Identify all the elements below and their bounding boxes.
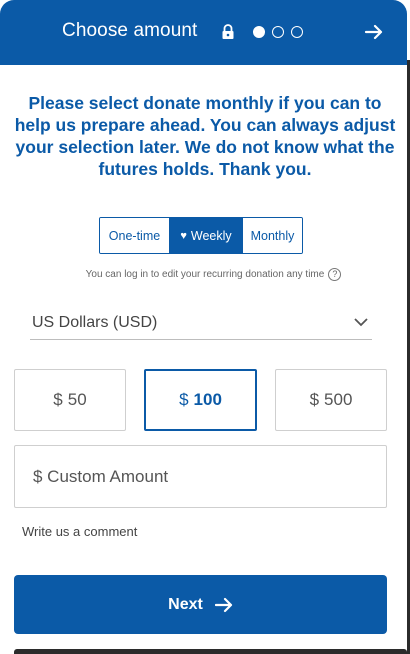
login-note: You can log in to edit your recurring do… xyxy=(0,268,407,281)
currency-symbol: $ xyxy=(53,390,63,409)
login-note-text: You can log in to edit your recurring do… xyxy=(85,269,325,281)
header-bar: Choose amount xyxy=(0,0,407,65)
next-button[interactable]: Next xyxy=(14,575,387,634)
currency-select[interactable]: US Dollars (USD) xyxy=(30,308,372,340)
page-edge-bottom xyxy=(14,649,407,654)
page-title: Choose amount xyxy=(62,20,198,41)
currency-symbol: $ xyxy=(309,390,320,409)
currency-symbol: $ xyxy=(179,390,189,409)
amount-value: 500 xyxy=(324,390,353,409)
amount-option-100[interactable]: $ 100 xyxy=(144,369,257,431)
frequency-monthly-button[interactable]: Monthly xyxy=(242,218,302,253)
step-dot-empty xyxy=(272,26,284,38)
step-indicator xyxy=(253,26,303,38)
frequency-one-time-label: One-time xyxy=(108,228,161,243)
step-dot-filled xyxy=(253,26,265,38)
amount-option-500[interactable]: $ 500 xyxy=(275,369,387,431)
custom-amount-input[interactable]: $ Custom Amount xyxy=(14,445,387,508)
frequency-weekly-button[interactable]: ♥ Weekly xyxy=(170,218,242,253)
amount-value: 50 xyxy=(67,390,87,409)
help-icon[interactable]: ? xyxy=(328,268,342,281)
frequency-one-time-button[interactable]: One-time xyxy=(100,218,170,253)
next-button-label: Next xyxy=(168,595,203,613)
frequency-weekly-label: Weekly xyxy=(190,228,232,243)
frequency-monthly-label: Monthly xyxy=(250,228,295,243)
donation-card: Choose amount Please select donate month… xyxy=(0,0,407,646)
donation-message: Please select donate monthly if you can … xyxy=(14,93,396,179)
write-comment-link[interactable]: Write us a comment xyxy=(22,524,137,539)
step-dot-empty xyxy=(291,26,303,38)
currency-selected-value: US Dollars (USD) xyxy=(32,314,158,331)
lock-icon xyxy=(222,24,234,39)
heart-icon: ♥ xyxy=(180,229,187,242)
arrow-right-icon xyxy=(214,597,232,612)
frequency-toggle: One-time ♥ Weekly Monthly xyxy=(99,217,303,254)
chevron-down-icon xyxy=(354,318,368,327)
amount-option-50[interactable]: $ 50 xyxy=(14,369,126,431)
amount-value: 100 xyxy=(193,390,222,409)
custom-amount-placeholder: $ Custom Amount xyxy=(33,466,169,486)
arrow-right-icon[interactable] xyxy=(364,22,384,42)
